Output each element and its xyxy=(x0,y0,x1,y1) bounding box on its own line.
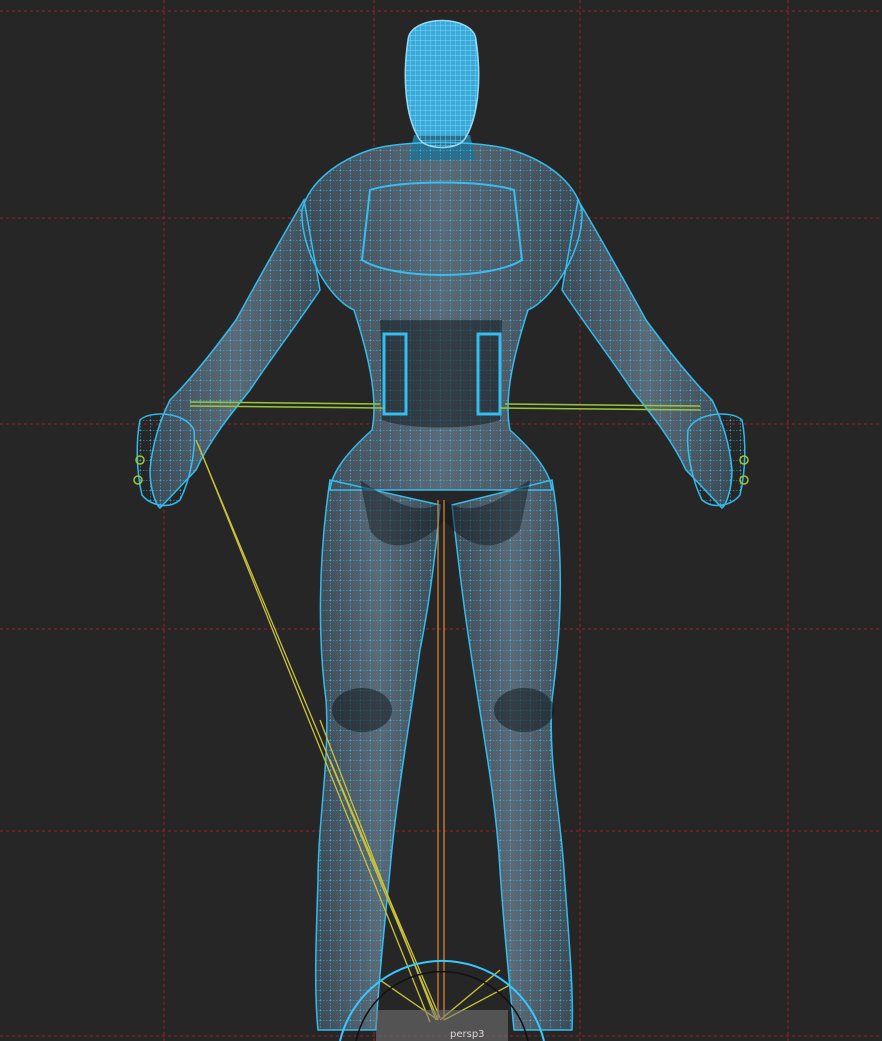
wireframe-overlay xyxy=(136,19,746,1031)
camera-name-label: persp3 xyxy=(450,1029,485,1040)
camera-aim-lines xyxy=(437,500,445,1020)
viewport-scene[interactable] xyxy=(0,0,882,1041)
maya-viewport[interactable]: persp3 xyxy=(0,0,882,1041)
